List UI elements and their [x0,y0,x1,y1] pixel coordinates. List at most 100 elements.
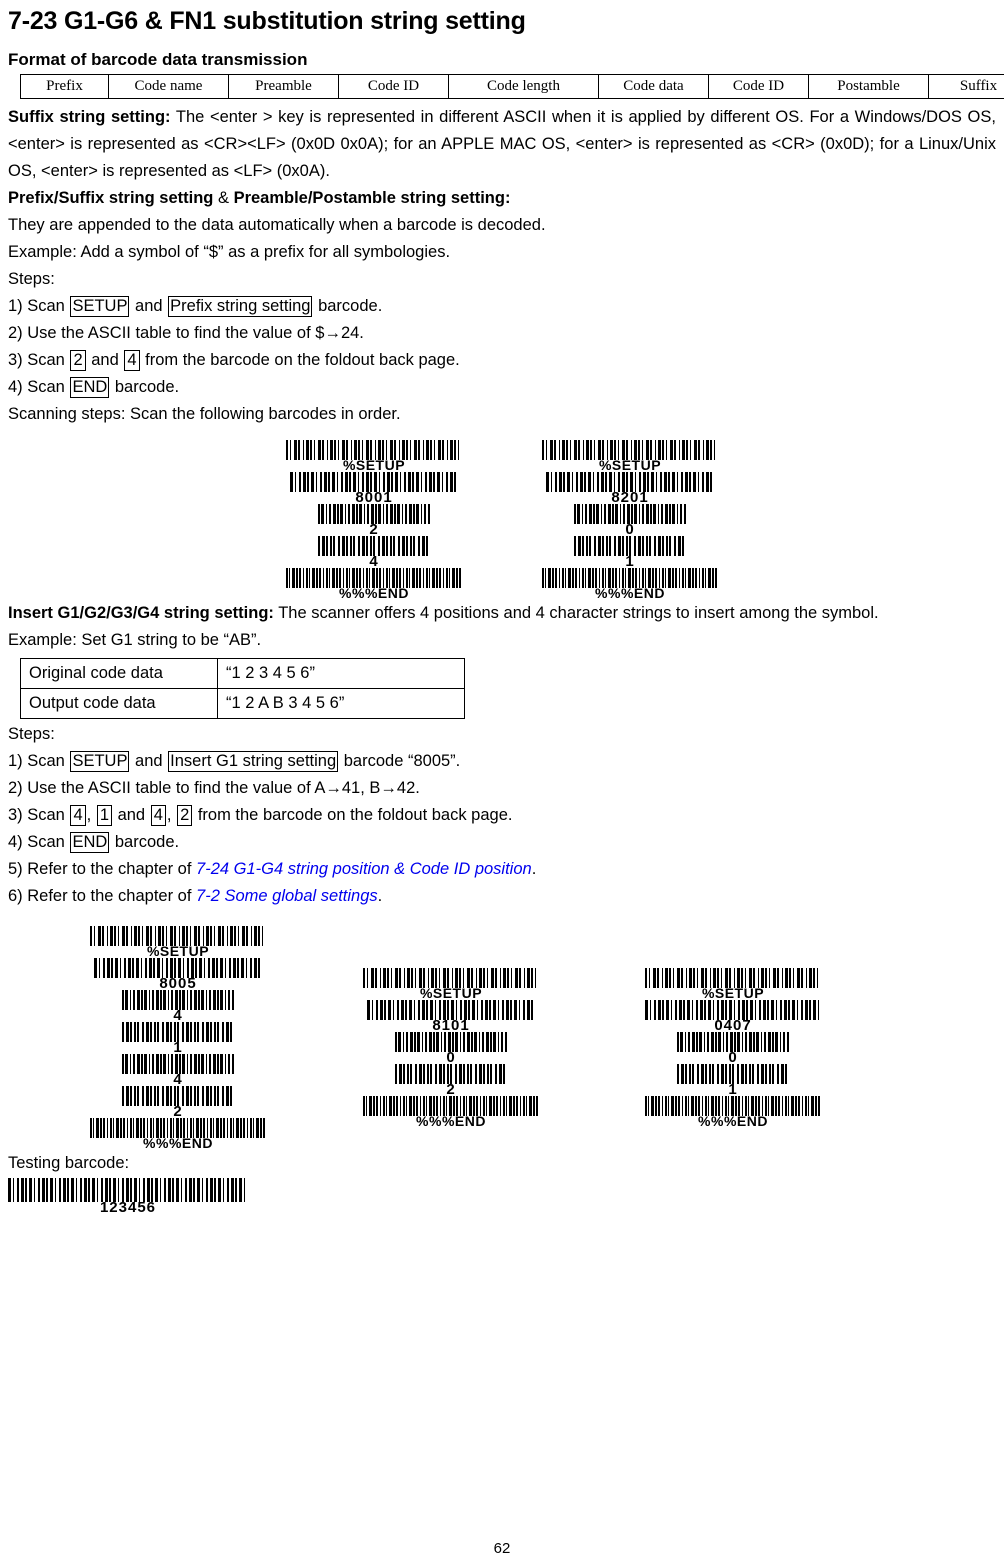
barcode-item[interactable]: 1 [90,1022,266,1054]
barcode-row-top: %SETUP800124%%%END%SETUP820101%%%END [8,440,996,600]
format-col-prefix: Prefix [21,75,109,99]
barcode-item[interactable]: %%%END [90,1118,266,1150]
barcode-item[interactable]: %%%END [286,568,462,600]
barcode-item[interactable]: %SETUP [542,440,718,472]
insert-setting-label: Insert G1/G2/G3/G4 string setting: [8,604,274,622]
barcode-value: 4 [90,1009,266,1022]
testing-barcode-item: 123456 [8,1178,248,1214]
barcode-group-suffix-setup: %SETUP8201 0 1%%%END [542,440,718,600]
prefix-suffix-label: Prefix/Suffix string setting [8,189,213,207]
barcode-value: 1 [542,555,718,568]
barcode-value: %SETUP [363,987,539,1000]
barcode-item[interactable]: 2 [286,504,462,536]
barcode-value: 0 [363,1051,539,1064]
barcode-item[interactable]: 8201 [542,472,718,504]
prefix-string-setting-label[interactable]: Prefix string setting [168,296,312,317]
barcode-item[interactable]: %SETUP [363,968,539,1000]
chapter-link-7-2[interactable]: 7-2 Some global settings [196,887,378,905]
barcode-group-g1-position: %SETUP 8101 02 %%%END [363,968,539,1128]
output-code-data-label: Output code data [21,689,218,719]
barcode-item[interactable]: 1 [645,1064,821,1096]
barcode-value: 2 [90,1105,266,1118]
insert-example-table: Original code data “1 2 3 4 5 6” Output … [20,658,465,719]
testing-barcode: 123456 [8,1178,996,1217]
prefix-example-line: Example: Add a symbol of “$” as a prefix… [8,239,996,266]
barcode-item[interactable]: %SETUP [90,926,266,958]
prefix-step-3: 3) Scan 2 and 4 from the barcode on the … [8,347,996,374]
barcode-item[interactable]: 8001 [286,472,462,504]
barcode-item[interactable]: 4 [286,536,462,568]
table-row: Prefix Code name Preamble Code ID Code l… [21,75,1004,99]
setup-barcode-label-2[interactable]: SETUP [70,751,129,772]
end-barcode-label[interactable]: END [70,377,109,398]
insert-step-3: 3) Scan 4, 1 and 4, 2 from the barcode o… [8,802,996,829]
barcode-item[interactable]: 0407 [645,1000,821,1032]
barcode-group-prefix-setup: %SETUP8001 2 4%%%END [286,440,462,600]
digit-2-label[interactable]: 2 [70,350,85,371]
insert-step-5: 5) Refer to the chapter of 7-24 G1-G4 st… [8,856,996,883]
format-col-code-id-2: Code ID [709,75,809,99]
barcode-value: %%%END [363,1115,539,1128]
ins-step3-comma-2: , [167,806,176,824]
ins-step6-text-a: 6) Refer to the chapter of [8,887,196,905]
suffix-string-setting-paragraph: Suffix string setting: The <enter > key … [8,104,996,185]
output-code-data-value: “1 2 A B 3 4 5 6” [218,689,465,719]
step1-text-a: 1) Scan [8,297,69,315]
format-col-suffix: Suffix [929,75,1004,99]
digit-4-label[interactable]: 4 [124,350,139,371]
insert-step-1: 1) Scan SETUP and Insert G1 string setti… [8,748,996,775]
ins-step3-text-b: and [113,806,150,824]
original-code-data-label: Original code data [21,659,218,689]
setup-barcode-label[interactable]: SETUP [70,296,129,317]
barcode-item[interactable]: 2 [90,1086,266,1118]
insert-step-6: 6) Refer to the chapter of 7-2 Some glob… [8,883,996,910]
barcode-item[interactable]: %SETUP [286,440,462,472]
barcode-item[interactable]: 0 [645,1032,821,1064]
barcode-item[interactable]: 8005 [90,958,266,990]
barcode-item[interactable]: 0 [363,1032,539,1064]
digit-4-label-a[interactable]: 4 [70,805,85,826]
page-number: 62 [0,1540,1004,1557]
barcode-item[interactable]: 8101 [363,1000,539,1032]
barcode-value: 8005 [90,977,266,990]
digit-1-label-a[interactable]: 1 [97,805,112,826]
barcode-value: 4 [286,555,462,568]
step3-text-c: from the barcode on the foldout back pag… [141,351,460,369]
original-code-data-value: “1 2 3 4 5 6” [218,659,465,689]
barcode-item[interactable]: 0 [542,504,718,536]
format-col-code-data: Code data [599,75,709,99]
ins-step1-text-c: barcode “8005”. [339,752,460,770]
digit-2-label-b[interactable]: 2 [177,805,192,826]
ins-step3-text-a: 3) Scan [8,806,69,824]
insert-step-4: 4) Scan END barcode. [8,829,996,856]
barcode-value: 0 [542,523,718,536]
barcode-value: 2 [286,523,462,536]
barcode-item[interactable]: 1 [542,536,718,568]
barcode-value: 8101 [363,1019,539,1032]
insert-example-line: Example: Set G1 string to be “AB”. [8,627,996,654]
barcode-item[interactable]: 4 [90,1054,266,1086]
scanning-steps-note: Scanning steps: Scan the following barco… [8,401,996,428]
barcode-item[interactable]: %%%END [542,568,718,600]
barcode-item[interactable]: %%%END [363,1096,539,1128]
table-row: Original code data “1 2 3 4 5 6” [21,659,465,689]
step3-text-a: 3) Scan [8,351,69,369]
end-barcode-label-2[interactable]: END [70,832,109,853]
ins-step6-text-b: . [378,887,383,905]
prefix-step-4: 4) Scan END barcode. [8,374,996,401]
barcode-item[interactable]: %%%END [645,1096,821,1128]
step1-text-c: barcode. [313,297,382,315]
prefix-suffix-heading: Prefix/Suffix string setting & Preamble/… [8,185,996,212]
insert-g1-string-setting-label[interactable]: Insert G1 string setting [168,751,338,772]
insert-steps-label: Steps: [8,721,996,748]
barcode-value: %%%END [645,1115,821,1128]
barcode-item[interactable]: %SETUP [645,968,821,1000]
digit-4-label-b[interactable]: 4 [151,805,166,826]
barcode-value: %SETUP [90,945,266,958]
barcode-item[interactable]: 4 [90,990,266,1022]
chapter-link-7-24[interactable]: 7-24 G1-G4 string position & Code ID pos… [196,860,532,878]
barcode-group-global-setting: %SETUP040701 %%%END [645,968,821,1128]
barcode-item[interactable]: 2 [363,1064,539,1096]
step4-text-b: barcode. [110,378,179,396]
ins-step5-text-a: 5) Refer to the chapter of [8,860,196,878]
